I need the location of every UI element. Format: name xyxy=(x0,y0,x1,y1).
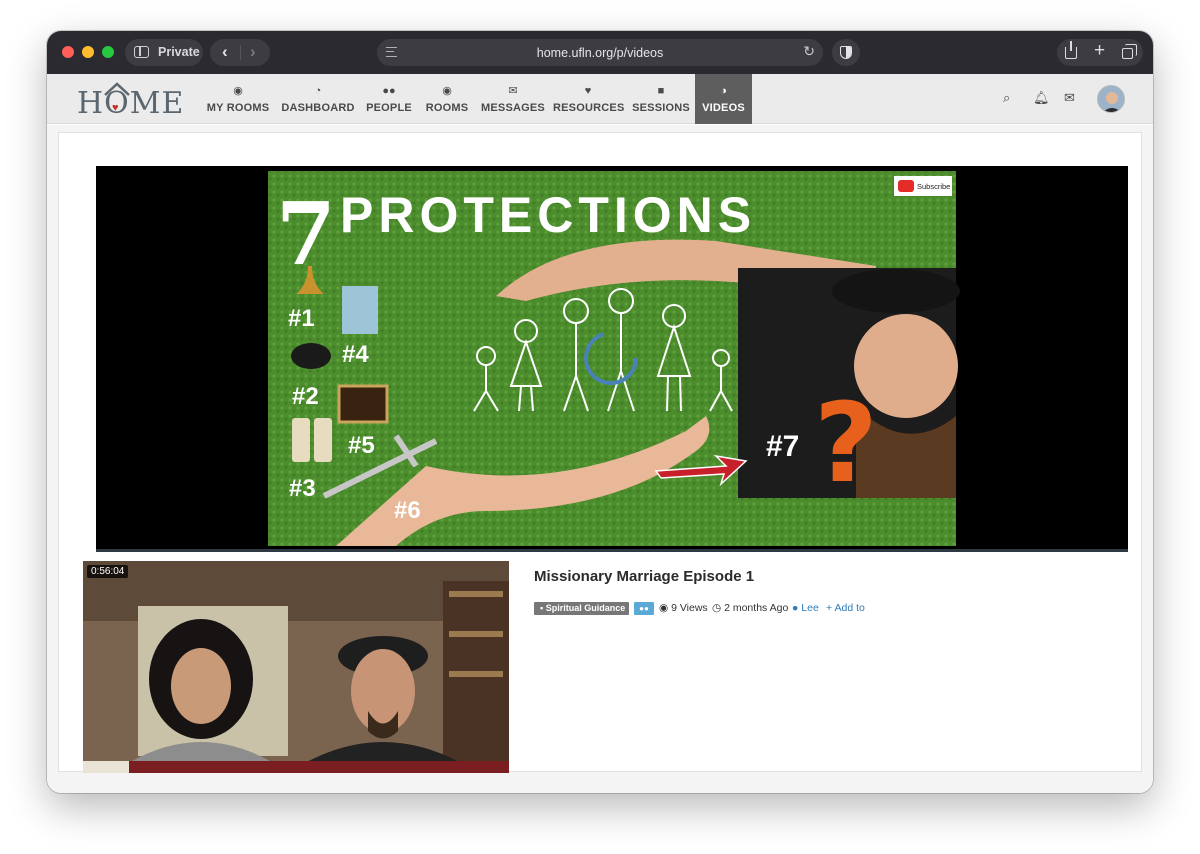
private-sidebar-toggle[interactable]: Private xyxy=(125,39,203,66)
half-circle-icon: ◑ xyxy=(720,85,727,97)
target-icon: ◉ xyxy=(233,85,243,97)
posted-time: ◷ 2 months Ago xyxy=(712,602,789,614)
page-content: ? Subscribe 7 PROTECTIONS #1 #2 #3 #4 #5 xyxy=(47,125,1153,793)
nav-messages[interactable]: ✉ MESSAGES xyxy=(479,74,547,124)
reload-icon[interactable]: ↻ xyxy=(803,43,815,60)
marker-7: #7 xyxy=(766,430,799,463)
thumbnail-number: 7 xyxy=(276,184,336,285)
author-link[interactable]: ● Lee xyxy=(792,602,819,614)
eye-icon: ◉ xyxy=(659,602,672,614)
category-badge[interactable]: ▪ Spiritual Guidance xyxy=(534,602,630,615)
envelope-icon[interactable]: ✉ xyxy=(1064,90,1075,106)
forward-button[interactable]: › xyxy=(250,42,256,62)
privacy-shield-button[interactable] xyxy=(832,39,860,66)
browser-toolbar: Private ‹ › home.ufln.org/p/videos ↻ + xyxy=(47,31,1153,74)
nav-videos[interactable]: ◑ VIDEOS xyxy=(695,74,752,124)
heart-icon: ♥ xyxy=(584,85,592,97)
marker-3: #3 xyxy=(289,475,316,502)
shield-icon xyxy=(840,46,852,59)
back-button[interactable]: ‹ xyxy=(222,42,228,62)
envelope-icon: ✉ xyxy=(508,85,518,97)
group-icon: ●● xyxy=(634,602,654,615)
nav-dashboard[interactable]: ◔ DASHBOARD xyxy=(279,74,357,124)
address-bar[interactable]: home.ufln.org/p/videos ↻ xyxy=(377,39,823,66)
people-icon: ●● xyxy=(382,85,396,97)
logo-text: HOME xyxy=(77,86,185,121)
share-icon[interactable] xyxy=(1065,41,1077,59)
marker-4: #4 xyxy=(342,341,369,368)
marker-1: #1 xyxy=(288,305,315,332)
user-avatar[interactable] xyxy=(1097,85,1125,113)
video-frame: ? Subscribe 7 PROTECTIONS #1 #2 #3 #4 #5 xyxy=(268,171,960,546)
videos-panel: ? Subscribe 7 PROTECTIONS #1 #2 #3 #4 #5 xyxy=(58,132,1142,773)
video-player[interactable]: ? Subscribe 7 PROTECTIONS #1 #2 #3 #4 #5 xyxy=(96,166,1128,552)
nav-resources[interactable]: ♥ RESOURCES xyxy=(553,74,624,124)
tab-overview-icon[interactable] xyxy=(1122,44,1137,59)
new-tab-icon[interactable]: + xyxy=(1094,40,1105,62)
history-nav: ‹ › xyxy=(210,39,270,66)
gauge-icon: ◔ xyxy=(314,85,322,97)
close-window-button[interactable] xyxy=(62,46,74,58)
nav-sessions[interactable]: ■ SESSIONS xyxy=(631,74,691,124)
marker-6: #6 xyxy=(394,497,421,524)
minimize-window-button[interactable] xyxy=(82,46,94,58)
marker-5: #5 xyxy=(348,432,375,459)
heart-icon: ♥ xyxy=(112,102,119,114)
video-title[interactable]: Missionary Marriage Episode 1 xyxy=(534,568,754,585)
zoom-window-button[interactable] xyxy=(102,46,114,58)
browser-window: Private ‹ › home.ufln.org/p/videos ↻ + H… xyxy=(47,31,1153,793)
clock-icon: ◷ xyxy=(712,602,725,614)
private-label: Private xyxy=(158,45,200,59)
svg-text:?: ? xyxy=(814,379,878,507)
sidebar-icon xyxy=(134,46,149,58)
thumbnail-headline: PROTECTIONS xyxy=(340,187,756,243)
views-count: ◉ 9 Views xyxy=(659,602,708,614)
nav-my-rooms[interactable]: ◉ MY ROOMS xyxy=(203,74,273,124)
marker-2: #2 xyxy=(292,383,319,410)
nav-rooms[interactable]: ◉ ROOMS xyxy=(421,74,473,124)
url-text: home.ufln.org/p/videos xyxy=(536,46,664,60)
user-icon: ● xyxy=(792,602,802,614)
subscribe-badge[interactable]: Subscribe xyxy=(917,182,950,191)
search-icon[interactable]: ⌕ xyxy=(1003,90,1010,106)
video-camera-icon: ■ xyxy=(657,85,665,97)
site-navbar: HOME ♥ ◉ MY ROOMS ◔ DASHBOARD ●● PEOPLE … xyxy=(47,74,1153,124)
add-to-button[interactable]: + Add to xyxy=(826,602,865,614)
target-icon: ◉ xyxy=(442,85,452,97)
home-logo[interactable]: HOME ♥ xyxy=(77,80,187,121)
nav-people[interactable]: ●● PEOPLE xyxy=(363,74,415,124)
video-thumbnail[interactable]: 0:56:04 xyxy=(83,561,509,773)
bell-icon[interactable]: 🔔︎ xyxy=(1033,90,1050,106)
window-actions: + xyxy=(1057,39,1143,66)
video-duration: 0:56:04 xyxy=(87,565,129,578)
